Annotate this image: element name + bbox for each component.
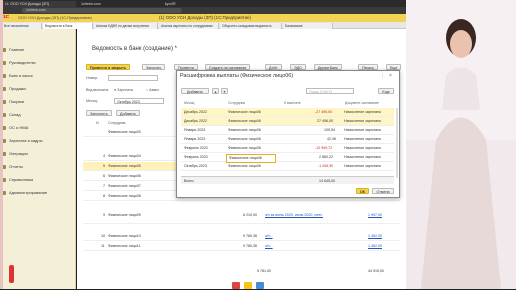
col-document: Документ-основание: [345, 101, 379, 105]
dialog-title: Расшифровка выплаты (Физическое лицо06): [180, 73, 294, 79]
ok-button[interactable]: ОК: [356, 188, 369, 194]
number-field[interactable]: [108, 75, 158, 81]
desktop-edge: [0, 0, 3, 289]
dialog-add-button[interactable]: Добавить: [181, 88, 209, 94]
sidebar-item-admin[interactable]: Администрирование: [2, 188, 76, 197]
url-field[interactable]: 1cfresh.com: [22, 8, 182, 13]
month-field[interactable]: Октябрь 2023: [114, 98, 164, 104]
breakdown-row[interactable]: Февраль 2023 Физическое лицо06 -10 969,7…: [181, 144, 394, 153]
sidebar-item-manager[interactable]: Руководителю: [2, 58, 76, 67]
presenter-image: [406, 0, 516, 289]
dialog-menu-icon[interactable]: ⋮: [380, 73, 385, 79]
grid-total-sum: 44 919,00: [368, 269, 384, 273]
app-subtitle: ООО УСН Доходы (ЗП) (1С:Предприятие): [18, 16, 92, 20]
fill-button[interactable]: Заполнить: [86, 110, 112, 116]
move-up-icon[interactable]: ▲: [212, 88, 219, 94]
table-row[interactable]: 9 Физическое лицо09 8 210,00 з/п за июль…: [83, 211, 400, 224]
app-title: (1) ООО УСН Доходы (ЗП) (1С:Предприятие): [158, 15, 251, 20]
sidebar-item-references[interactable]: Справочники: [2, 175, 76, 184]
dialog-scrollbar[interactable]: [396, 108, 398, 178]
sidebar-item-purchases[interactable]: Покупки: [2, 97, 76, 106]
payment-advance-radio[interactable]: ○ Аванс: [146, 88, 159, 92]
sidebar: Главное Руководителю Банк и касса Продаж…: [0, 29, 76, 289]
page-title: Ведомость в банк (создание) *: [92, 46, 177, 52]
dialog-more-button[interactable]: Еще: [378, 88, 394, 94]
grid-add-button[interactable]: Добавить: [116, 110, 140, 116]
col-month: Месяц: [184, 101, 195, 105]
recording-indicator: [9, 265, 14, 283]
sidebar-item-bank[interactable]: Банк и касса: [2, 71, 76, 80]
move-down-icon[interactable]: ▼: [221, 88, 228, 94]
sidebar-item-reports[interactable]: Отчеты: [2, 162, 76, 171]
breakdown-row[interactable]: Декабрь 2022 Физическое лицо06 27 496,00…: [181, 117, 394, 126]
open-tabs-bar: Все начисления Ведомости в банк Анализ Н…: [0, 22, 406, 29]
grid-header-employee: Сотрудник: [108, 121, 126, 125]
breakdown-row[interactable]: Октябрь 2023 Физическое лицо06 -1 006,50…: [181, 162, 394, 171]
sidebar-item-salary[interactable]: Зарплата и кадры: [2, 136, 76, 145]
sidebar-item-assets[interactable]: ОС и НМА: [2, 123, 76, 132]
sidebar-item-main[interactable]: Главное: [2, 45, 76, 54]
number-label: Номер:: [86, 76, 99, 80]
table-row[interactable]: 10 Физическое лицо10 9 780,36 з/п... 1 4…: [83, 232, 400, 241]
payment-salary-radio[interactable]: ● Зарплата: [114, 88, 133, 92]
month-label: Месяц:: [86, 99, 98, 103]
app-logo: 1С: [3, 15, 10, 20]
sidebar-item-operations[interactable]: Операции: [2, 149, 76, 158]
col-amount: К выплате: [284, 101, 301, 105]
post-and-close-button[interactable]: Провести и закрыть: [86, 64, 131, 70]
dialog-search-input[interactable]: Поиск (Ctrl+F): [306, 88, 354, 94]
save-button[interactable]: Записать: [142, 64, 166, 70]
breakdown-row[interactable]: Декабрь 2022 Физическое лицо06 -27 496,0…: [181, 108, 394, 117]
grid-total-amount: 5 781,00: [257, 269, 271, 273]
sidebar-item-sales[interactable]: Продажи: [2, 84, 76, 93]
taskbar-browser-icon[interactable]: [256, 282, 264, 289]
taskbar-1c-icon[interactable]: [244, 282, 252, 289]
taskbar-app-icon[interactable]: [232, 282, 240, 289]
dialog-total-row: Всего: 14 645,00: [181, 176, 394, 184]
breakdown-row[interactable]: Январь 2023 Физическое лицо06 42,46 Начи…: [181, 135, 394, 144]
webcam-video: [406, 0, 516, 289]
payment-type-label: Вид выплаты:: [86, 88, 110, 92]
close-icon[interactable]: ×: [389, 73, 392, 79]
cancel-button[interactable]: Отмена: [372, 188, 394, 194]
grid-header-n: N: [96, 121, 99, 125]
sidebar-item-warehouse[interactable]: Склад: [2, 110, 76, 119]
breakdown-row[interactable]: Февраль 2023 Физическое лицо06 2 860,22 …: [181, 153, 394, 163]
col-employee: Сотрудник: [228, 101, 246, 105]
breakdown-row[interactable]: Январь 2023 Физическое лицо06 109,54 Нач…: [181, 126, 394, 135]
table-row[interactable]: 11 Физическое лицо11 9 780,36 з/п... 1 4…: [83, 242, 400, 251]
